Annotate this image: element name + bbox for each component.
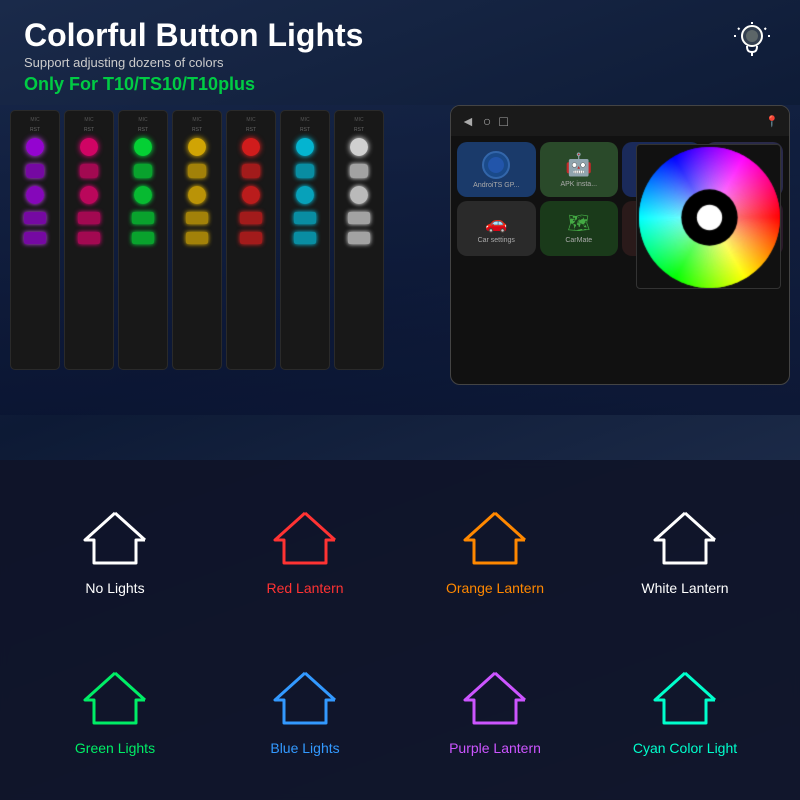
app-icon-carmate[interactable]: 🗺 CarMate [540,201,619,256]
device-showcase: MIC RST MIC RST MIC RST [0,105,800,415]
app-icon-androidts[interactable]: AndroiTS GP... [457,142,536,197]
header-section: Colorful Button Lights Support adjusting… [0,0,800,105]
panel-purple: MIC RST [10,110,60,370]
panel-yellow: MIC RST [172,110,222,370]
model-label: Only For T10/TS10/T10plus [24,74,776,95]
panel-cyan: MIC RST [280,110,330,370]
cyan-color-light-label: Cyan Color Light [633,740,737,756]
white-lantern-label: White Lantern [641,580,728,596]
house-cyan-icon [650,665,720,730]
house-red-icon [270,505,340,570]
app-icon-apk[interactable]: 🤖 APK insta... [540,142,619,197]
panel-red: MIC RST [226,110,276,370]
house-white-icon [650,505,720,570]
main-screen: ◄ ○ □ 📍 AndroiTS GP... 🤖 APK insta... ⚡ … [450,105,790,385]
house-orange-icon [460,505,530,570]
screen-top-bar: ◄ ○ □ 📍 [451,106,789,136]
house-purple-icon [460,665,530,730]
header-subtitle: Support adjusting dozens of colors [24,55,776,70]
blue-lights-label: Blue Lights [270,740,339,756]
lightbulb-icon [728,18,776,66]
app-icon-car-settings[interactable]: 🚗 Car settings [457,201,536,256]
option-orange-lantern[interactable]: Orange Lantern [400,470,590,630]
red-lantern-label: Red Lantern [266,580,343,596]
panel-white: MIC RST [334,110,384,370]
house-no-lights-icon [80,505,150,570]
page-title: Colorful Button Lights [24,18,776,53]
option-blue-lights[interactable]: Blue Lights [210,630,400,790]
house-blue-icon [270,665,340,730]
green-lights-label: Green Lights [75,740,155,756]
color-wheel-overlay[interactable] [636,144,781,289]
orange-lantern-label: Orange Lantern [446,580,544,596]
option-purple-lantern[interactable]: Purple Lantern [400,630,590,790]
option-cyan-color-light[interactable]: Cyan Color Light [590,630,780,790]
option-red-lantern[interactable]: Red Lantern [210,470,400,630]
light-options-panel: No Lights Red Lantern Orange Lantern Whi… [0,460,800,800]
option-no-lights[interactable]: No Lights [20,470,210,630]
panel-green: MIC RST [118,110,168,370]
option-white-lantern[interactable]: White Lantern [590,470,780,630]
purple-lantern-label: Purple Lantern [449,740,541,756]
button-panels-stack: MIC RST MIC RST MIC RST [10,110,384,380]
option-green-lights[interactable]: Green Lights [20,630,210,790]
panel-pink: MIC RST [64,110,114,370]
no-lights-label: No Lights [85,580,144,596]
house-green-icon [80,665,150,730]
